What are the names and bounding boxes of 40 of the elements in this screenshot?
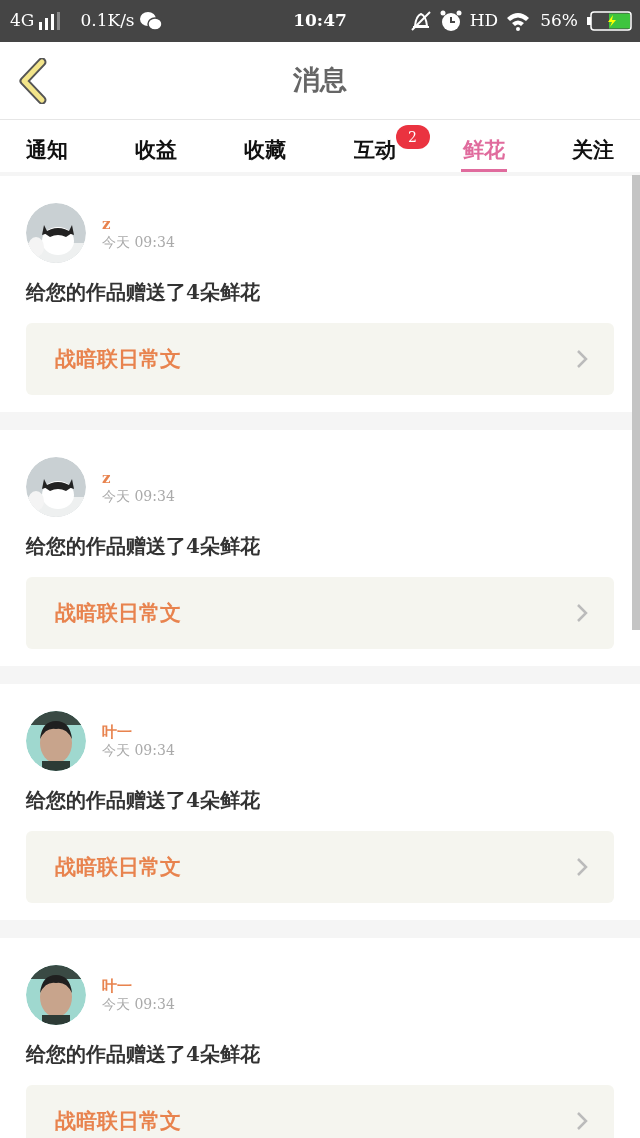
chevron-right-icon <box>576 349 588 369</box>
network-label: 4G <box>10 9 35 33</box>
work-link[interactable]: 战暗联日常文 <box>26 323 614 395</box>
alarm-clock-icon <box>439 10 462 32</box>
muted-bell-icon <box>409 10 432 32</box>
back-button[interactable] <box>16 58 48 104</box>
clock: 10:47 <box>293 9 347 33</box>
tab[interactable]: 鲜花 <box>460 134 507 172</box>
message-time: 今天 09:34 <box>102 740 175 760</box>
work-link[interactable]: 战暗联日常文 <box>26 1085 614 1138</box>
tab[interactable]: 关注 <box>569 134 616 172</box>
work-link[interactable]: 战暗联日常文 <box>26 577 614 649</box>
chevron-right-icon <box>576 857 588 877</box>
battery-icon <box>586 11 632 31</box>
message-time: 今天 09:34 <box>102 994 175 1014</box>
user-name[interactable]: z <box>102 214 175 233</box>
battery-percent: 56% <box>540 9 578 33</box>
message-text: 给您的作品赠送了4朵鲜花 <box>26 787 261 814</box>
chevron-right-icon <box>576 603 588 623</box>
unread-count-badge: 2 <box>395 124 430 149</box>
network-speed: 0.1K/s <box>80 9 135 33</box>
user-name[interactable]: z <box>102 468 175 487</box>
message-text: 给您的作品赠送了4朵鲜花 <box>26 533 261 560</box>
tab[interactable]: 互动 <box>351 134 398 172</box>
message-text: 给您的作品赠送了4朵鲜花 <box>26 1041 261 1068</box>
message-time: 今天 09:34 <box>102 486 175 506</box>
page-title: 消息 <box>293 63 347 98</box>
signal-icon <box>38 12 61 30</box>
scrollbar[interactable] <box>632 175 640 630</box>
hd-label: HD <box>469 9 499 33</box>
chevron-right-icon <box>576 1111 588 1131</box>
message-text: 给您的作品赠送了4朵鲜花 <box>26 279 261 306</box>
user-name[interactable]: 叶一 <box>102 722 175 741</box>
work-link[interactable]: 战暗联日常文 <box>26 831 614 903</box>
chat-bubbles-icon <box>138 11 163 31</box>
tab[interactable]: 通知 <box>24 134 70 172</box>
message-time: 今天 09:34 <box>102 232 175 252</box>
user-name[interactable]: 叶一 <box>102 976 175 995</box>
tab[interactable]: 收藏 <box>242 134 289 172</box>
tab[interactable]: 收益 <box>133 134 180 172</box>
